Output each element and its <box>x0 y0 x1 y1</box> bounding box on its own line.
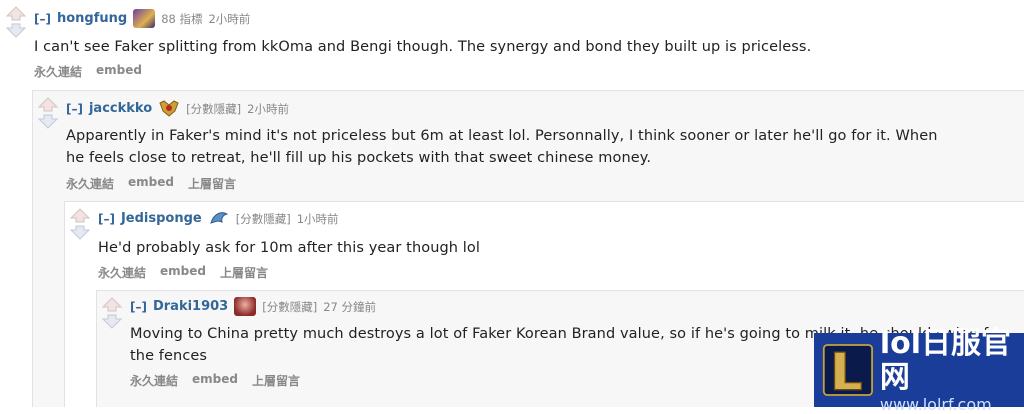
comment-body: I can't see Faker splitting from kkOma a… <box>34 39 812 55</box>
vote-buttons <box>102 297 122 331</box>
parent-button[interactable]: 上層留言 <box>220 264 268 281</box>
author-link[interactable]: hongfung <box>57 11 127 26</box>
embed-button[interactable]: embed <box>192 372 238 389</box>
score: [分數隱藏] <box>235 211 291 226</box>
embed-button[interactable]: embed <box>160 264 206 281</box>
downvote-arrow-icon[interactable] <box>70 225 90 240</box>
champion-flair-icon <box>234 297 257 316</box>
downvote-arrow-icon[interactable] <box>38 114 58 129</box>
timestamp: 1小時前 <box>296 211 339 226</box>
watermark-title: lol日服官网 <box>879 325 1012 395</box>
vote-buttons <box>6 6 26 40</box>
downvote-arrow-icon[interactable] <box>6 23 26 38</box>
score: 88 指標 <box>161 11 203 26</box>
comment-tagline: [–] Draki1903 [分數隱藏] 27 分鐘前 <box>130 297 376 316</box>
comment-body: Apparently in Faker's mind it's not pric… <box>66 125 938 169</box>
parent-button[interactable]: 上層留言 <box>188 175 236 192</box>
collapse-toggle[interactable]: [–] <box>130 300 147 314</box>
permalink-button[interactable]: 永久連結 <box>34 63 82 80</box>
vote-buttons <box>38 97 58 131</box>
skt-flair-icon <box>159 100 179 117</box>
flair-icon <box>133 9 156 28</box>
collapse-toggle[interactable]: [–] <box>98 212 115 226</box>
score: [分數隱藏] <box>186 101 242 116</box>
upvote-arrow-icon[interactable] <box>6 6 26 21</box>
permalink-button[interactable]: 永久連結 <box>130 372 178 389</box>
comment-buttons: 永久連結 embed <box>34 63 142 80</box>
embed-button[interactable]: embed <box>128 175 174 192</box>
comment-buttons: 永久連結 embed 上層留言 <box>98 264 268 281</box>
timestamp: 2小時前 <box>208 11 251 26</box>
author-link[interactable]: Jedisponge <box>121 211 202 226</box>
permalink-button[interactable]: 永久連結 <box>98 264 146 281</box>
comment-tagline: [–] hongfung 88 指標 2小時前 <box>34 9 250 28</box>
site-watermark: lol日服官网 www.lolrf.com <box>814 326 1024 414</box>
collapse-toggle[interactable]: [–] <box>66 102 83 116</box>
embed-button[interactable]: embed <box>96 63 142 80</box>
collapse-toggle[interactable]: [–] <box>34 12 51 26</box>
author-link[interactable]: jacckkko <box>89 101 152 116</box>
comment-buttons: 永久連結 embed 上層留言 <box>130 372 300 389</box>
comment-body-line: he feels close to retreat, he'll fill up… <box>66 150 652 166</box>
comment-buttons: 永久連結 embed 上層留言 <box>66 175 236 192</box>
score: [分數隱藏] <box>262 299 318 314</box>
downvote-arrow-icon[interactable] <box>102 314 122 329</box>
permalink-button[interactable]: 永久連結 <box>66 175 114 192</box>
author-link[interactable]: Draki1903 <box>153 299 228 314</box>
comment-body-line: Apparently in Faker's mind it's not pric… <box>66 128 938 144</box>
comment-tagline: [–] jacckkko [分數隱藏] 2小時前 <box>66 99 289 118</box>
upvote-arrow-icon[interactable] <box>102 297 122 312</box>
timestamp: 27 分鐘前 <box>323 299 377 314</box>
lol-logo-icon <box>822 344 873 396</box>
watermark-url: www.lolrf.com <box>879 394 992 414</box>
team-liquid-flair-icon <box>210 212 229 224</box>
vote-buttons <box>70 208 90 242</box>
timestamp: 2小時前 <box>247 101 289 116</box>
comment-body: He'd probably ask for 10m after this yea… <box>98 240 481 256</box>
comment-tagline: [–] Jedisponge [分數隱藏] 1小時前 <box>98 209 339 228</box>
upvote-arrow-icon[interactable] <box>70 208 90 223</box>
parent-button[interactable]: 上層留言 <box>252 372 300 389</box>
upvote-arrow-icon[interactable] <box>38 97 58 112</box>
